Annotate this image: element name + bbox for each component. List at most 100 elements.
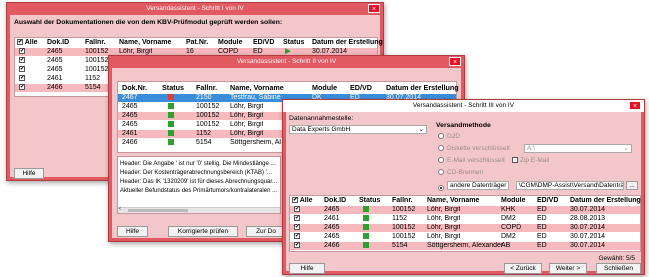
col-name[interactable]: Name, Vorname (427, 197, 479, 205)
dok-nr: 2465 (122, 103, 138, 110)
name: Löhr, Birgit (230, 103, 264, 110)
table-row[interactable]: ✔ 2465 100152 Löhr, Birgit DM2 ED 30.07.… (290, 233, 640, 241)
row-checkbox[interactable]: ✔ (19, 75, 25, 82)
ed-vd: ED (537, 233, 547, 240)
documents-table: ✔ Alle Dok.ID Status Fallnr. Name, Vorna… (289, 195, 641, 252)
chevron-down-icon: ⌄ (623, 145, 629, 152)
col-status[interactable]: Status (359, 197, 380, 205)
col-status[interactable]: Status (283, 39, 304, 47)
radio-cd[interactable]: CD-Brennen (438, 169, 483, 176)
scroll-thumb[interactable] (128, 209, 188, 212)
col-module[interactable]: Module (501, 197, 526, 205)
status-ok-icon (168, 130, 174, 138)
row-checkbox[interactable]: ✔ (294, 206, 300, 213)
browse-button[interactable]: ... (626, 181, 638, 190)
fallnr: 100152 (85, 48, 109, 55)
col-module[interactable]: Module (312, 84, 337, 92)
radio-d2d[interactable]: D2D (438, 133, 460, 140)
help-button[interactable]: Hilfe (289, 263, 325, 274)
table-row[interactable]: ✔ 2465 100152 Löhr, Birgit COPD ED 30.07… (290, 224, 640, 232)
dok-id: 2466 (47, 84, 63, 91)
row-checkbox[interactable]: ✔ (294, 215, 300, 222)
col-name[interactable]: Name, Vorname (119, 39, 171, 47)
instruction-text: Auswahl der Dokumentationen die von dem … (14, 19, 283, 26)
status-ok-icon (168, 139, 174, 147)
name: Löhr, Birgit (230, 130, 264, 137)
close-button[interactable]: × (368, 4, 380, 13)
window-title: Versandassistent - Schritt II von IV (236, 58, 337, 65)
status-ok-icon (363, 215, 369, 223)
zip-email-checkbox[interactable]: Zip E-Mail (512, 157, 549, 164)
col-ed-vd[interactable]: ED/VD (253, 39, 274, 47)
dok-id: 2461 (324, 215, 340, 222)
wizard-step-3-window: Versandassistent - Schritt III von IV × … (282, 99, 645, 275)
status-ok-icon (168, 103, 174, 111)
col-datum[interactable]: Datum der Erstellung (312, 39, 383, 47)
horizontal-scrollbar[interactable]: ‹ (118, 206, 280, 213)
close-dialog-button[interactable]: Schließen (596, 263, 641, 274)
table-row[interactable]: ✔ 2461 1152 Löhr, Birgit DM2 ED 28.08.20… (290, 215, 640, 223)
next-button[interactable]: Weiter > (549, 263, 587, 274)
select-all-checkbox[interactable]: ✔ Alle (292, 197, 313, 205)
select-all-checkbox[interactable]: ✔ Alle (17, 39, 38, 47)
row-checkbox[interactable]: ✔ (19, 84, 25, 91)
fallnr: 100152 (85, 66, 109, 73)
window-title-bar: Versandassistent - Schritt I von IV × (7, 3, 383, 15)
table-row[interactable]: ✔ 2465 100152 Löhr, Birgit KHK ED 30.07.… (290, 206, 640, 214)
radio-other-media[interactable]: andere Datenträger (438, 181, 510, 192)
row-checkbox[interactable]: ✔ (19, 66, 25, 73)
col-fallnr[interactable]: Fallnr. (85, 39, 106, 47)
table-row[interactable]: ✔ 2466 5154 Söttgersheim, Alexander AB E… (290, 242, 640, 250)
fallnr: 100152 (85, 57, 109, 64)
row-checkbox[interactable]: ✔ (19, 57, 25, 64)
col-module[interactable]: Module (218, 39, 243, 47)
check-corrected-button[interactable]: Korrigierte prüfen (168, 226, 238, 237)
close-button[interactable]: × (629, 101, 641, 110)
dok-nr: 2466 (122, 139, 138, 146)
col-ed-vd[interactable]: ED/VD (537, 197, 558, 205)
radio-disk[interactable]: Diskette verschlüsselt (438, 145, 510, 152)
dok-id: 2465 (324, 233, 340, 240)
col-datum[interactable]: Datum der Erstellung (570, 197, 641, 205)
back-button[interactable]: < Zurück (504, 263, 542, 274)
name: Löhr, Birgit (427, 215, 461, 222)
col-dok-id[interactable]: Dok.ID (47, 39, 69, 47)
row-checkbox[interactable]: ✔ (294, 224, 300, 231)
row-checkbox[interactable]: ✔ (294, 242, 300, 249)
col-status[interactable]: Status (162, 84, 184, 92)
ed-vd: ED (537, 224, 547, 231)
col-fallnr[interactable]: Fallnr. (392, 197, 413, 205)
col-pat-nr[interactable]: Pat.Nr. (186, 39, 208, 47)
disk-drive-select[interactable]: A:\ ⌄ (524, 144, 632, 153)
close-button[interactable]: × (449, 57, 461, 66)
ed-vd: ED (537, 206, 547, 213)
table-header: ✔ Alle Dok.ID Fallnr. Name, Vorname Pat.… (15, 39, 383, 47)
step-3-panel: Datenannahmestelle: Data Experts GmbH ⌄ … (286, 112, 641, 274)
to-documentation-button[interactable]: Zur Do (246, 226, 286, 237)
help-button[interactable]: Hilfe (117, 226, 148, 237)
error-messages-list[interactable]: Header: Die Angabe ' ist nur '0' stellig… (117, 156, 281, 214)
status-ok-icon (363, 224, 369, 232)
checkbox[interactable]: ✔ (17, 39, 23, 46)
row-checkbox[interactable]: ✔ (294, 233, 300, 240)
col-fallnr[interactable]: Fallnr. (196, 84, 217, 92)
checkbox[interactable]: ✔ (292, 197, 298, 204)
row-checkbox[interactable]: ✔ (19, 48, 25, 55)
scroll-left-icon[interactable]: ‹ (119, 206, 121, 212)
datasource-select[interactable]: Data Experts GmbH ⌄ (289, 125, 427, 134)
target-path-input[interactable]: \CGM\DMP-Assist\Versand\Datenträeger (516, 181, 624, 190)
help-button[interactable]: Hilfe (14, 168, 44, 179)
fallnr: 100152 (392, 224, 416, 231)
col-dok-id[interactable]: Dok.ID (324, 197, 346, 205)
col-ed-vd[interactable]: ED/VD (350, 84, 372, 92)
name: Löhr, Birgit (427, 206, 461, 213)
radio-email[interactable]: E-Mail verschlüsselt (438, 157, 505, 164)
col-name[interactable]: Name, Vorname (230, 84, 284, 92)
window-title-bar: Versandassistent - Schritt II von IV × (109, 56, 464, 68)
datasource-label: Datenannahmestelle: (289, 115, 354, 122)
fallnr: 1152 (85, 75, 101, 82)
col-dok-nr[interactable]: Dok.Nr. (122, 84, 147, 92)
name: Söttgersheim, Alexander (427, 242, 504, 249)
col-datum[interactable]: Datum der Erstellung (386, 84, 459, 92)
window-title-bar: Versandassistent - Schritt III von IV × (283, 100, 644, 112)
